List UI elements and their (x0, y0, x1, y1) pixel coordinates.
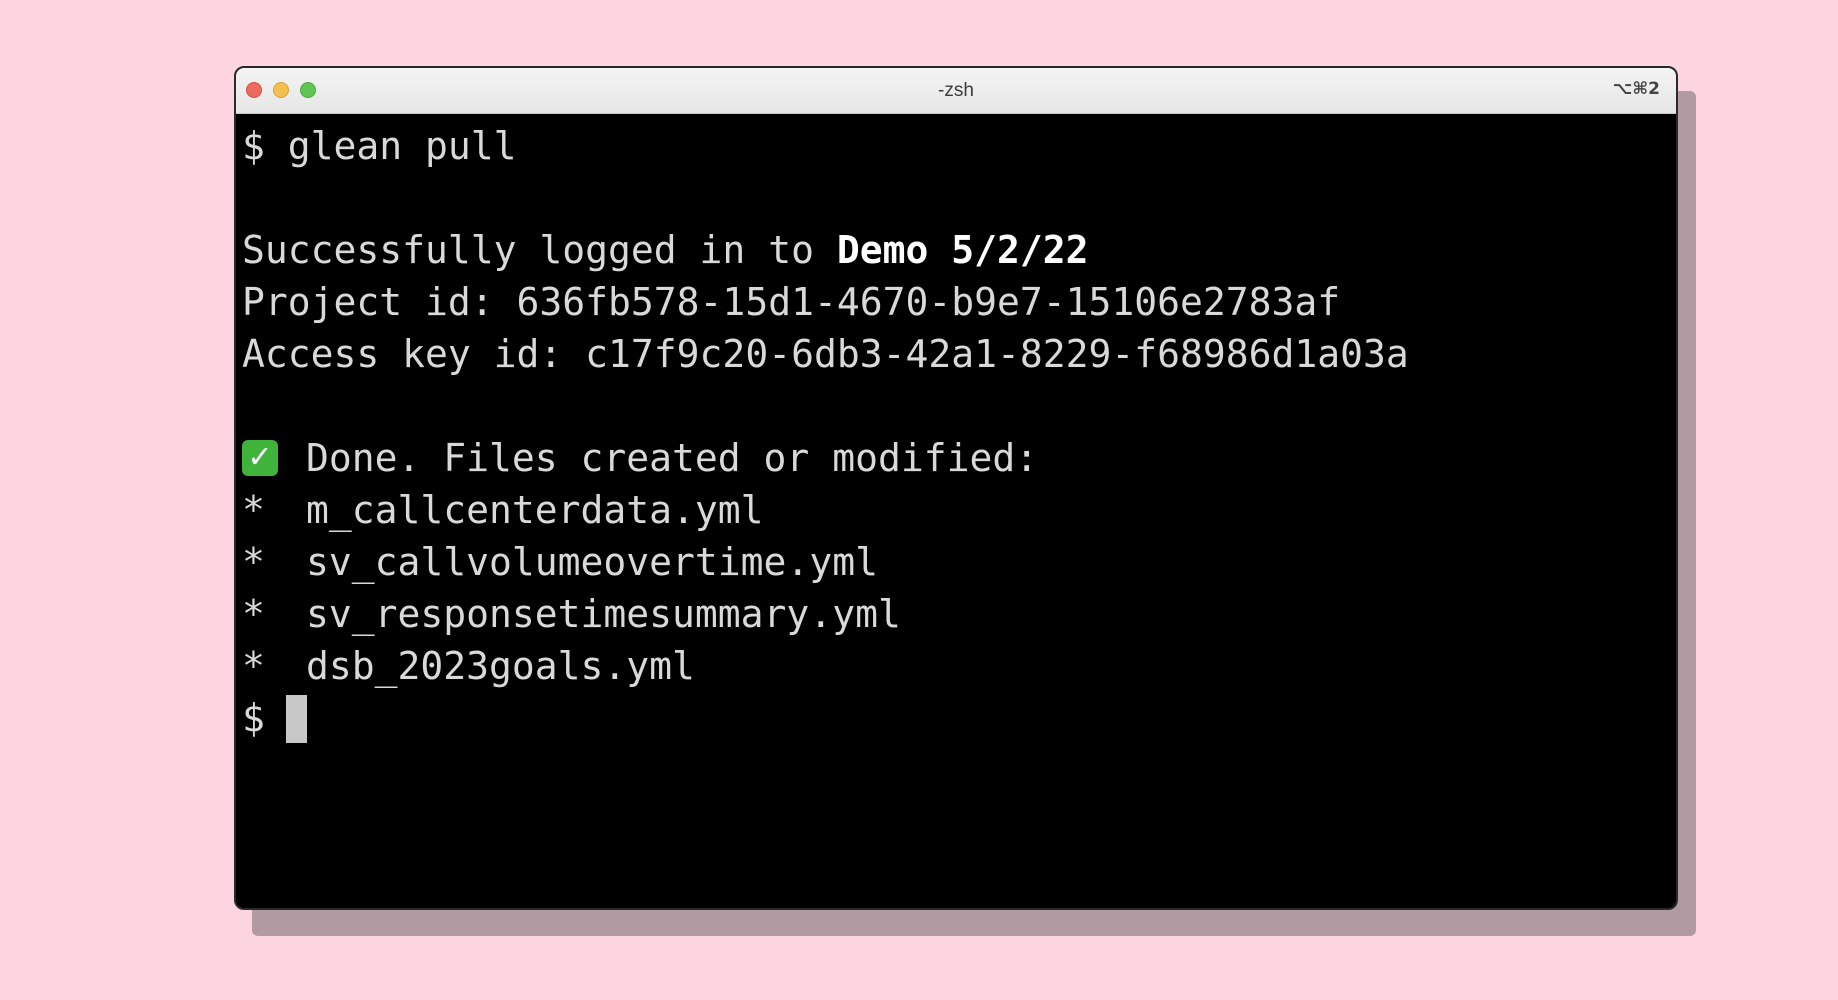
file-list-item: * sv_callvolumeovertime.yml (242, 536, 1676, 588)
check-mark-icon: ✓ (242, 439, 278, 476)
text-cursor (285, 694, 307, 743)
window-shortcut: ⌥⌘2 (1612, 79, 1660, 99)
login-line: Successfully logged in to Demo 5/2/22 (242, 224, 1676, 276)
prompt-line[interactable]: $ (242, 692, 1676, 744)
window-title: -zsh (938, 80, 974, 101)
title-bar[interactable]: -zsh ⌥⌘2 (236, 68, 1676, 114)
file-name: sv_callvolumeovertime.yml (306, 540, 878, 584)
bullet: * (242, 488, 265, 532)
command-text: glean pull (287, 124, 517, 168)
file-list-item: * dsb_2023goals.yml (242, 640, 1676, 692)
terminal-window: -zsh ⌥⌘2 $ glean pull Successfully logge… (234, 66, 1678, 910)
bullet: * (242, 644, 265, 688)
done-line: ✓ Done. Files created or modified: (242, 432, 1676, 484)
project-id-line: Project id: 636fb578-15d1-4670-b9e7-1510… (242, 280, 1341, 324)
command-line: $ glean pull (242, 120, 1676, 172)
file-name: dsb_2023goals.yml (306, 644, 695, 688)
bullet: * (242, 592, 265, 636)
login-text: Successfully logged in to (242, 228, 837, 272)
file-name: m_callcenterdata.yml (306, 488, 764, 532)
login-project-name: Demo 5/2/22 (836, 228, 1089, 272)
prompt-symbol: $ (242, 124, 265, 168)
done-text: Done. Files created or modified: (306, 436, 1039, 480)
file-name: sv_responsetimesummary.yml (306, 592, 901, 636)
terminal-output[interactable]: $ glean pull Successfully logged in to D… (242, 120, 1676, 908)
prompt-symbol: $ (242, 696, 265, 740)
access-key-line: Access key id: c17f9c20-6db3-42a1-8229-f… (242, 332, 1409, 376)
bullet: * (242, 540, 265, 584)
file-list-item: * sv_responsetimesummary.yml (242, 588, 1676, 640)
file-list-item: * m_callcenterdata.yml (242, 484, 1676, 536)
